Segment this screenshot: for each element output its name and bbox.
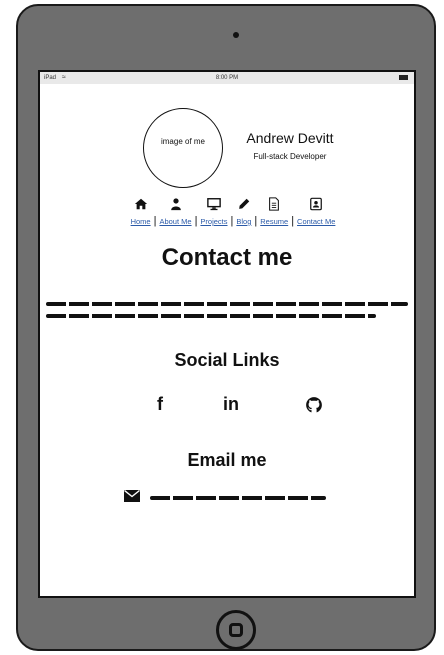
nav-item-blog[interactable]: Blog: [236, 197, 251, 226]
nav-item-about[interactable]: About Me: [159, 197, 192, 226]
camera-dot: [233, 32, 239, 38]
nav-item-projects[interactable]: Projects: [200, 197, 228, 226]
document-icon: [269, 197, 280, 211]
screen: iPad ≈ 8:00 PM image of me Andrew Devitt…: [38, 70, 416, 598]
placeholder-text-line: [46, 302, 408, 306]
nav-separator: |: [254, 215, 258, 227]
nav-link-resume[interactable]: Resume: [260, 217, 288, 226]
tablet-frame: iPad ≈ 8:00 PM image of me Andrew Devitt…: [16, 4, 436, 651]
profile-name: Andrew Devitt: [246, 130, 334, 146]
nav-link-projects[interactable]: Projects: [200, 217, 227, 226]
placeholder-text-line: [46, 314, 376, 318]
nav-separator: |: [194, 215, 198, 227]
nav-link-contact[interactable]: Contact Me: [297, 217, 335, 226]
contact-title: Contact me: [161, 244, 293, 271]
main-nav: Home | About Me | Projects | Blog | Resu…: [98, 186, 368, 227]
envelope-icon: [124, 490, 140, 502]
nav-item-home[interactable]: Home: [131, 197, 151, 226]
battery-icon: [399, 75, 408, 80]
nav-item-contact[interactable]: Contact Me: [297, 197, 335, 226]
contact-card-icon: [310, 197, 323, 211]
social-links-title: Social Links: [174, 350, 280, 370]
nav-link-blog[interactable]: Blog: [236, 217, 251, 226]
profile-role: Full-stack Developer: [253, 152, 327, 161]
nav-separator: |: [291, 215, 295, 227]
email-title: Email me: [187, 450, 267, 470]
pencil-icon: [239, 198, 250, 209]
home-button[interactable]: [216, 610, 256, 650]
nav-link-home[interactable]: Home: [131, 217, 151, 226]
monitor-icon: [207, 198, 221, 211]
nav-item-resume[interactable]: Resume: [260, 197, 288, 226]
linkedin-link[interactable]: in: [223, 394, 239, 415]
github-icon: [306, 397, 322, 413]
nav-separator: |: [230, 215, 234, 227]
home-icon: [134, 198, 147, 210]
status-time: 8:00 PM: [215, 75, 239, 81]
home-button-icon: [229, 623, 243, 637]
nav-separator: |: [153, 215, 157, 227]
avatar-placeholder-label: image of me: [160, 137, 206, 146]
github-link[interactable]: [305, 396, 323, 419]
placeholder-email-line: [150, 496, 326, 500]
avatar: image of me: [143, 108, 223, 188]
status-bar: iPad ≈ 8:00 PM: [40, 72, 414, 84]
user-icon: [170, 198, 181, 211]
nav-link-about[interactable]: About Me: [159, 217, 191, 226]
facebook-link[interactable]: f: [157, 394, 163, 415]
